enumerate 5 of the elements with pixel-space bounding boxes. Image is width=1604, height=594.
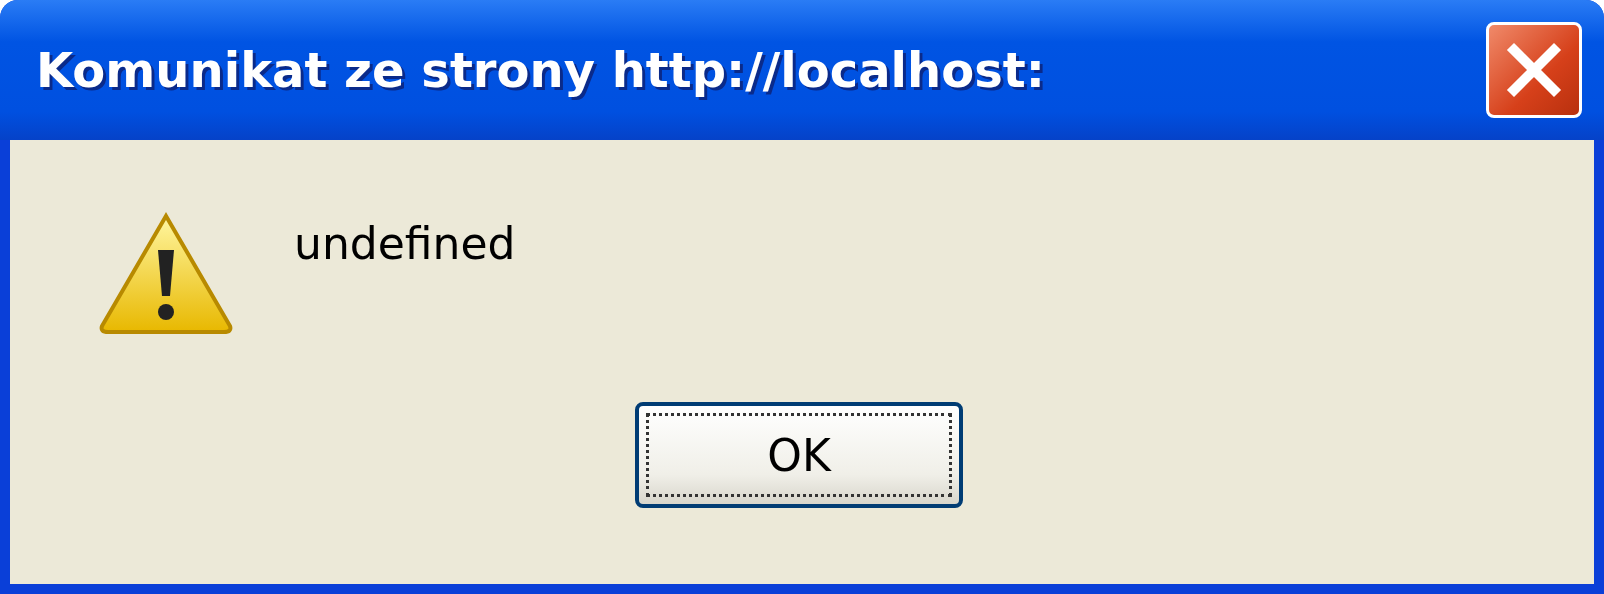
ok-button[interactable]: OK <box>635 402 963 508</box>
close-button[interactable] <box>1486 22 1582 118</box>
window-title: Komunikat ze strony http://localhost: <box>36 42 1045 98</box>
close-icon <box>1504 40 1564 100</box>
message-text: undefined <box>294 218 516 269</box>
